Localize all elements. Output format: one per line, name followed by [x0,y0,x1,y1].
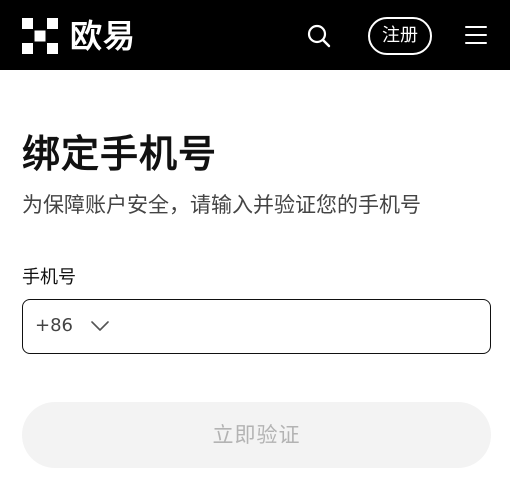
brand-name: 欧易 [70,17,137,55]
country-code-select[interactable]: +86 [35,300,109,352]
phone-number-input[interactable] [127,306,477,346]
brand-logo[interactable]: 欧易 [22,16,136,56]
country-code-value: +86 [35,315,73,336]
menu-button[interactable] [464,24,488,46]
search-button[interactable] [306,23,332,49]
register-button[interactable]: 注册 [368,17,432,55]
top-header: 欧易 注册 [0,0,510,70]
hamburger-menu-icon [465,26,487,44]
search-icon [307,24,331,48]
page-subtitle: 为保障账户安全，请输入并验证您的手机号 [22,193,421,217]
page-title: 绑定手机号 [22,132,218,176]
verify-now-button[interactable]: 立即验证 [22,402,491,468]
chevron-down-icon [91,321,109,331]
phone-label: 手机号 [22,267,76,288]
phone-field: +86 [22,299,491,354]
okx-logo-icon [22,18,58,54]
